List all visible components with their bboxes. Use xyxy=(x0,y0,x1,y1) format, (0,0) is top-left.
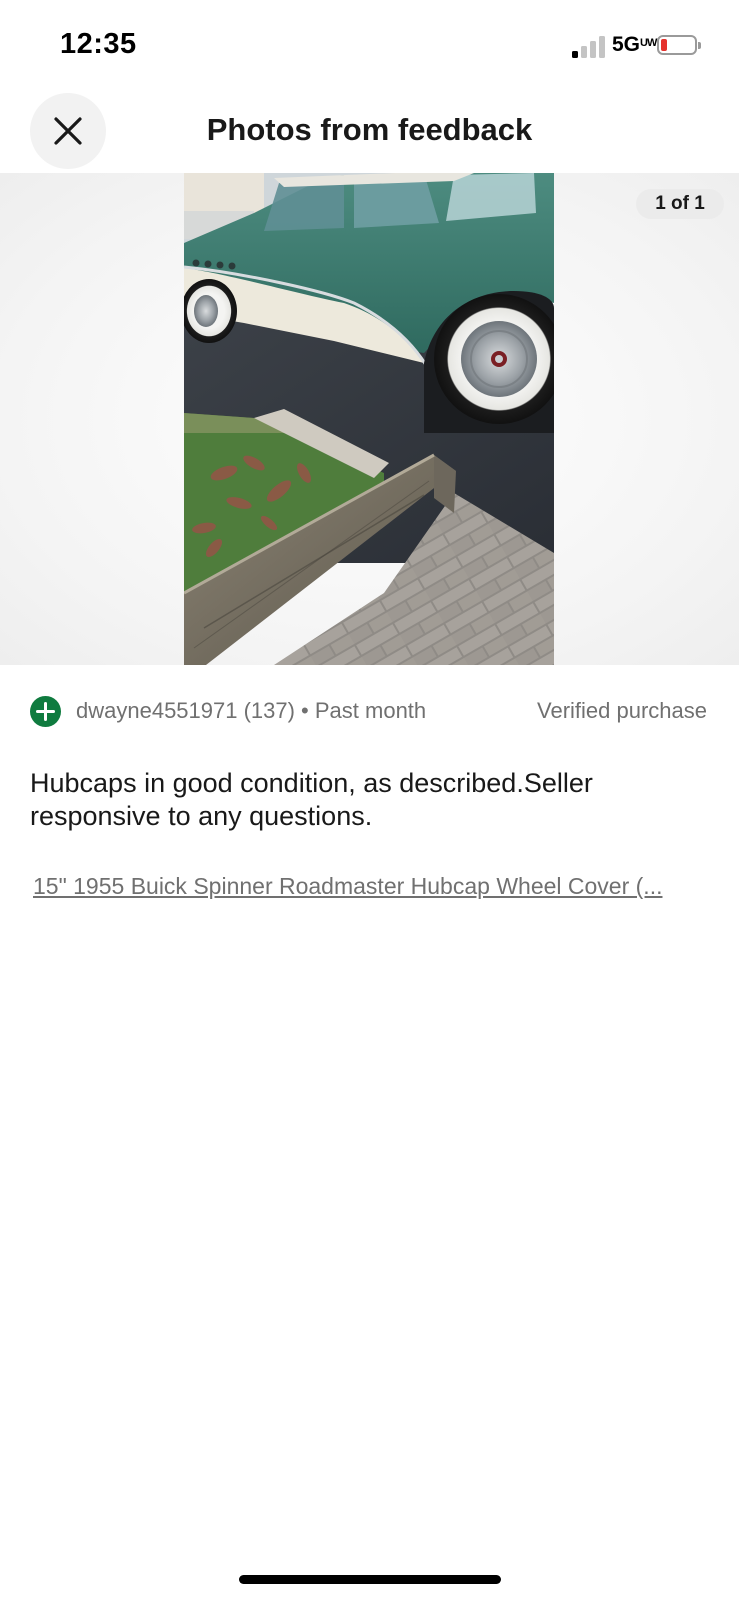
network-type: 5G xyxy=(612,33,641,56)
signal-icon xyxy=(572,36,608,58)
feedback-meta: dwayne4551971 (137) • Past month Verifie… xyxy=(30,695,720,729)
header: Photos from feedback xyxy=(0,90,739,172)
battery-icon xyxy=(657,35,701,55)
feedback-comment: Hubcaps in good condition, as described.… xyxy=(30,768,593,831)
positive-plus-icon xyxy=(30,696,61,727)
photo-gallery[interactable]: 1 of 1 xyxy=(0,173,739,665)
verified-purchase-label: Verified purchase xyxy=(537,698,707,723)
feedback-photo[interactable] xyxy=(184,173,554,665)
status-bar: 12:35 5GUW xyxy=(0,0,739,90)
page-title: Photos from feedback xyxy=(206,112,533,147)
photo-counter: 1 of 1 xyxy=(636,189,724,219)
network-suffix: UW xyxy=(640,37,657,49)
status-time: 12:35 xyxy=(60,28,137,60)
home-indicator xyxy=(239,1575,501,1584)
battery-level xyxy=(661,39,667,51)
network-indicator: 5GUW xyxy=(612,33,657,57)
item-link[interactable]: 15" 1955 Buick Spinner Roadmaster Hubcap… xyxy=(33,873,713,900)
feedback-user[interactable]: dwayne4551971 (137) • Past month xyxy=(76,698,426,724)
